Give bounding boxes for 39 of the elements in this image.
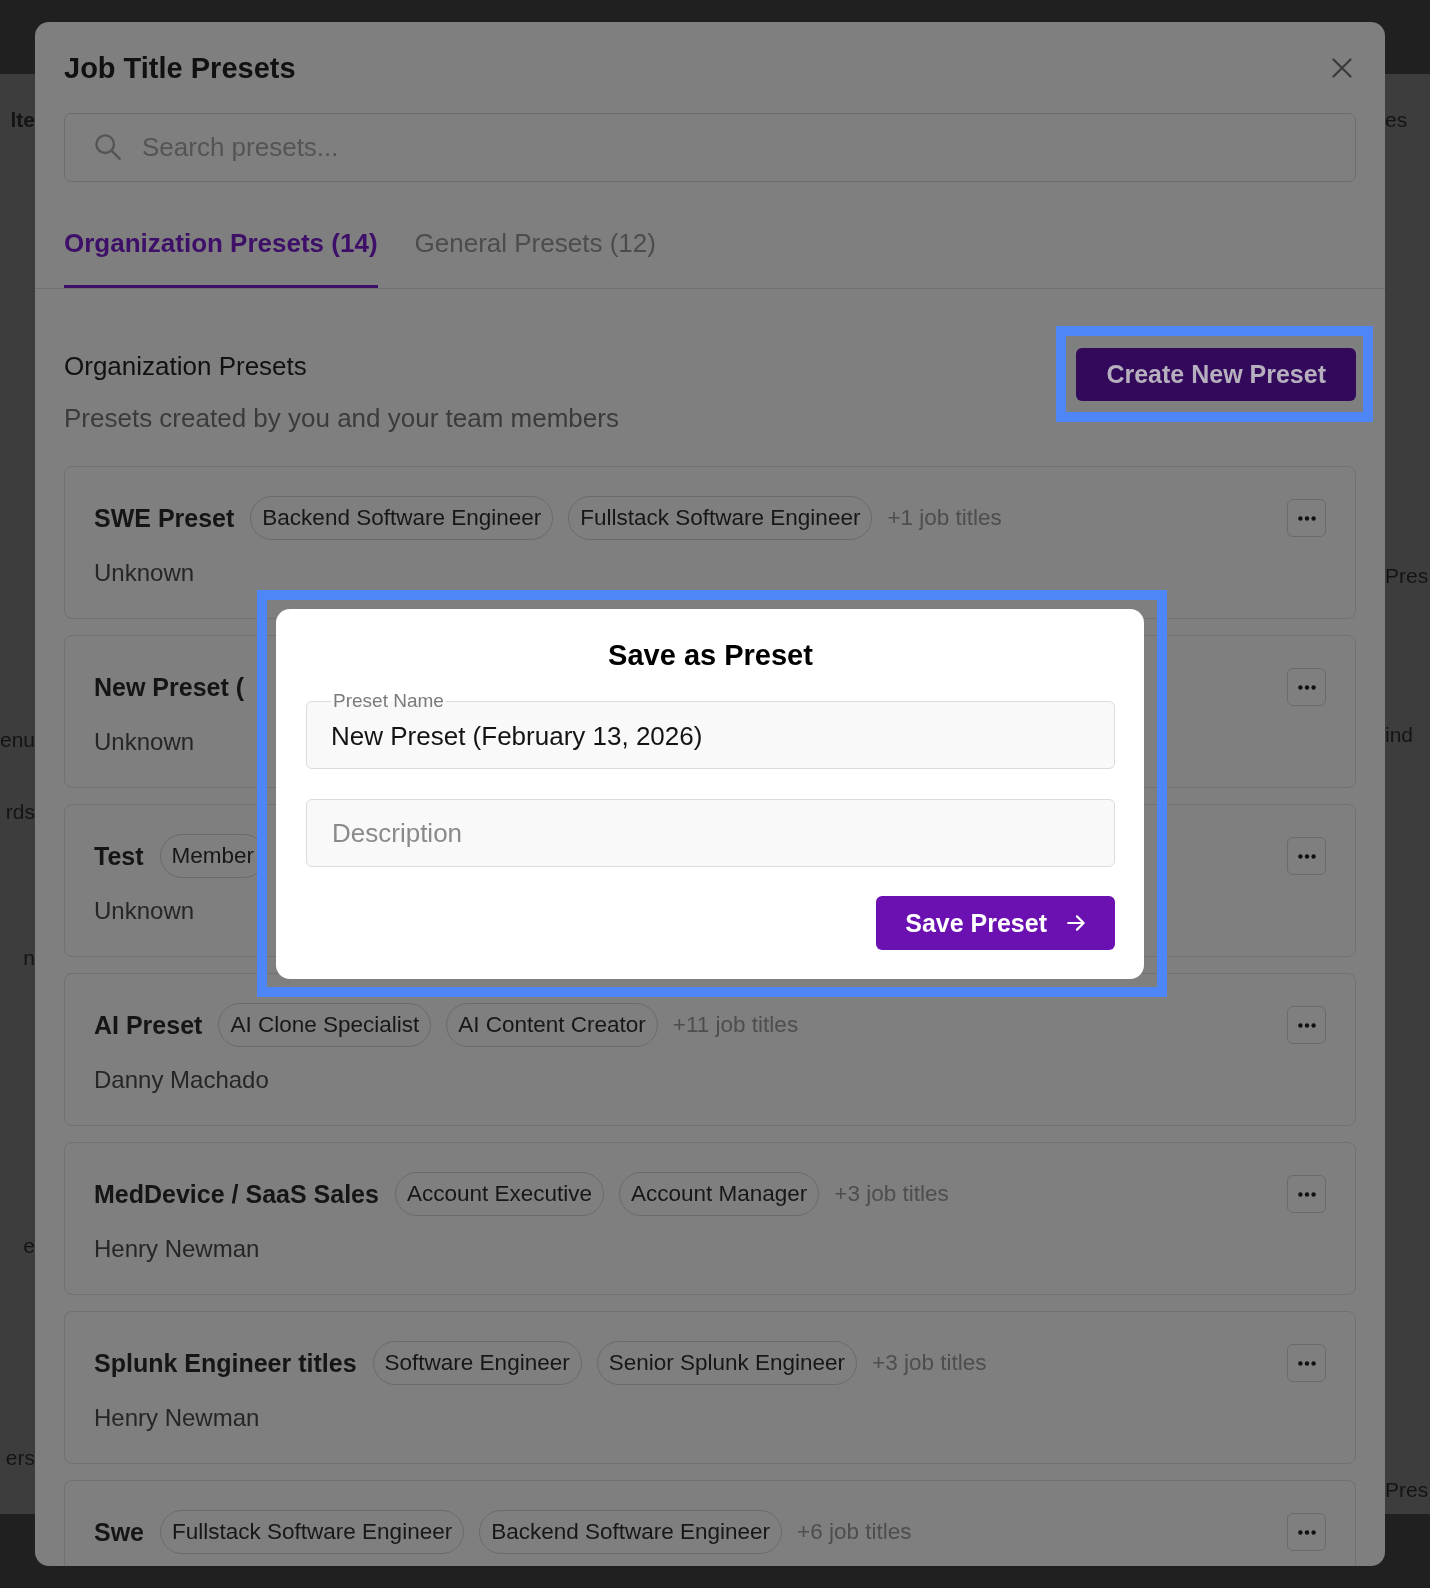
dialog-title: Job Title Presets [64, 51, 296, 85]
ellipsis-icon [1297, 684, 1316, 690]
tab[interactable]: Organization Presets (14) [64, 217, 378, 288]
description-field[interactable]: Description [306, 799, 1115, 867]
preset-name: Swe [94, 1517, 145, 1547]
save-preset-button[interactable]: Save Preset [876, 896, 1115, 950]
author-name: Henry Newman [94, 1404, 260, 1432]
author-name: Unknown [94, 559, 195, 587]
more-options-button[interactable] [1287, 837, 1326, 875]
section-subtitle: Presets created by you and your team members [64, 403, 619, 433]
more-options-button[interactable] [1287, 668, 1326, 706]
close-icon [1332, 58, 1352, 78]
preset-name: Test [94, 841, 144, 871]
more-options-button[interactable] [1287, 1006, 1326, 1044]
preset-name: MedDevice / SaaS Sales [94, 1179, 379, 1209]
ellipsis-icon [1297, 1022, 1316, 1028]
ellipsis-icon [1297, 1529, 1316, 1535]
preset-name: New Preset ( [94, 672, 245, 702]
close-button[interactable] [1332, 58, 1352, 78]
more-options-button[interactable] [1287, 1175, 1326, 1213]
preset-name: AI Preset [94, 1010, 203, 1040]
preset-name: SWE Preset [94, 503, 235, 533]
ellipsis-icon [1297, 1360, 1316, 1366]
section-title: Organization Presets [64, 351, 307, 381]
more-options-button[interactable] [1287, 1513, 1326, 1551]
search-icon [95, 134, 121, 160]
author-name: Unknown [94, 728, 195, 756]
more-options-button[interactable] [1287, 1344, 1326, 1382]
arrow-right-icon [1067, 915, 1085, 931]
preset-name: Splunk Engineer titles [94, 1348, 357, 1378]
more-options-button[interactable] [1287, 499, 1326, 537]
ellipsis-icon [1297, 1191, 1316, 1197]
author-name: Danny Machado [94, 1066, 269, 1094]
ellipsis-icon [1297, 515, 1316, 521]
author-name: Unknown [94, 897, 195, 925]
dialog-title: Save as Preset [608, 638, 813, 672]
author-name: Henry Newman [94, 1235, 260, 1263]
ellipsis-icon [1297, 853, 1316, 859]
create-new-preset-button[interactable]: Create New Preset [1076, 348, 1356, 401]
